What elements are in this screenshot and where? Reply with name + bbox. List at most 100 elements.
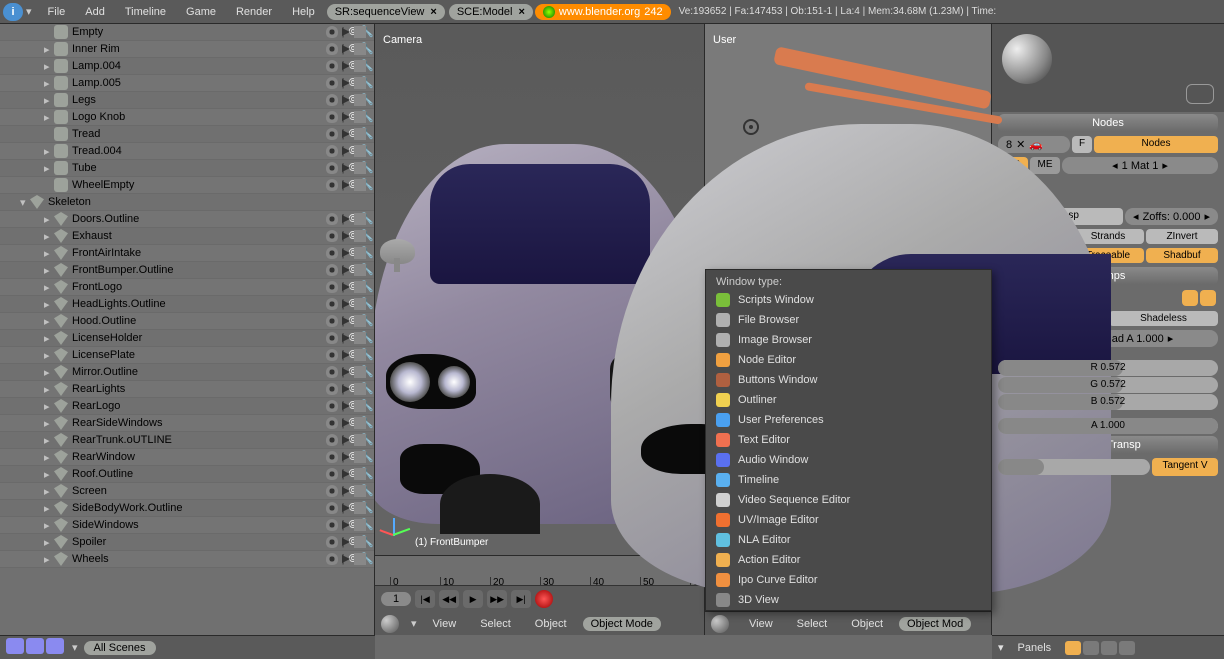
selectable-icon[interactable]: [342, 504, 350, 512]
window-type-item[interactable]: File Browser: [706, 310, 991, 330]
window-type-item[interactable]: Buttons Window: [706, 370, 991, 390]
renderable-icon[interactable]: [354, 451, 366, 463]
expand-icon[interactable]: ▸: [44, 247, 54, 260]
copy-paste-icons[interactable]: [1182, 290, 1216, 306]
outliner-item[interactable]: ▸Exhaust | ⦾ 🔧: [0, 228, 374, 245]
visibility-icon[interactable]: [326, 281, 338, 293]
window-type-item[interactable]: Node Editor: [706, 350, 991, 370]
outliner-item[interactable]: ▸RearLogo | ⦾ 🔧: [0, 398, 374, 415]
expand-icon[interactable]: ▸: [44, 213, 54, 226]
mat-slot[interactable]: ◂1 Mat 1▸: [1062, 157, 1218, 174]
outliner-item[interactable]: Empty | ⦾ 🔧: [0, 24, 374, 41]
outliner-item[interactable]: ▸Tube | ⦾ 🔧: [0, 160, 374, 177]
selectable-icon[interactable]: [342, 521, 350, 529]
expand-icon[interactable]: ▸: [44, 451, 54, 464]
current-frame[interactable]: 1: [381, 592, 411, 606]
expand-icon[interactable]: ▸: [44, 60, 54, 73]
visibility-icon[interactable]: [326, 179, 338, 191]
renderable-icon[interactable]: [354, 94, 366, 106]
expand-icon[interactable]: ▸: [44, 264, 54, 277]
expand-icon[interactable]: ▸: [44, 536, 54, 549]
sce-close-icon[interactable]: ×: [518, 6, 524, 18]
outliner-item[interactable]: ▸LicensePlate | ⦾ 🔧: [0, 347, 374, 364]
window-type-item[interactable]: Scripts Window: [706, 290, 991, 310]
outliner-item[interactable]: ▸Mirror.Outline | ⦾ 🔧: [0, 364, 374, 381]
selectable-icon[interactable]: [342, 96, 350, 104]
outliner-item[interactable]: ▸Inner Rim | ⦾ 🔧: [0, 41, 374, 58]
dropdown-icon[interactable]: ▾: [72, 641, 78, 654]
outliner-item[interactable]: ▸RearWindow | ⦾ 🔧: [0, 449, 374, 466]
expand-icon[interactable]: ▸: [44, 145, 54, 158]
next-key-icon[interactable]: ▶▶: [487, 590, 507, 608]
visibility-icon[interactable]: [326, 434, 338, 446]
expand-icon[interactable]: ▸: [44, 502, 54, 515]
renderable-icon[interactable]: [354, 485, 366, 497]
a-slider[interactable]: A 1.000: [998, 418, 1218, 434]
selectable-icon[interactable]: [342, 215, 350, 223]
info-icon[interactable]: i: [3, 3, 23, 21]
close-icon[interactable]: ✕: [1016, 138, 1025, 151]
expand-icon[interactable]: ▸: [44, 553, 54, 566]
expand-icon[interactable]: ▸: [44, 43, 54, 56]
r-slider[interactable]: R 0.572: [998, 360, 1218, 376]
selectable-icon[interactable]: [342, 300, 350, 308]
expand-icon[interactable]: ▸: [44, 468, 54, 481]
shadbuf-button[interactable]: Shadbuf: [1146, 248, 1218, 263]
object-menu[interactable]: Object: [843, 617, 891, 631]
visibility-icon[interactable]: [326, 77, 338, 89]
shadeless-button[interactable]: Shadeless: [1109, 311, 1218, 326]
renderable-icon[interactable]: [354, 111, 366, 123]
editor-type-icon[interactable]: [381, 615, 399, 633]
outliner-item[interactable]: ▸Roof.Outline | ⦾ 🔧: [0, 466, 374, 483]
dropdown-icon[interactable]: ▾: [411, 617, 417, 630]
renderable-icon[interactable]: [354, 247, 366, 259]
renderable-icon[interactable]: [354, 60, 366, 72]
window-type-item[interactable]: Video Sequence Editor: [706, 490, 991, 510]
expand-icon[interactable]: ▸: [44, 77, 54, 90]
outliner-item[interactable]: ▸Logo Knob | ⦾ 🔧: [0, 109, 374, 126]
mirror-slider[interactable]: [998, 459, 1150, 475]
visibility-icon[interactable]: [326, 264, 338, 276]
mat-index[interactable]: 8 ✕ 🚗: [998, 136, 1070, 153]
renderable-icon[interactable]: [354, 366, 366, 378]
visibility-icon[interactable]: [326, 519, 338, 531]
expand-icon[interactable]: ▸: [44, 519, 54, 532]
visibility-icon[interactable]: [326, 111, 338, 123]
visibility-icon[interactable]: [326, 502, 338, 514]
outliner-item[interactable]: ▸Doors.Outline | ⦾ 🔧: [0, 211, 374, 228]
selectable-icon[interactable]: [342, 45, 350, 53]
renderable-icon[interactable]: [354, 213, 366, 225]
visibility-icon[interactable]: [326, 349, 338, 361]
selectable-icon[interactable]: [342, 164, 350, 172]
expand-icon[interactable]: ▸: [44, 434, 54, 447]
outliner-item[interactable]: ▸HeadLights.Outline | ⦾ 🔧: [0, 296, 374, 313]
renderable-icon[interactable]: [354, 281, 366, 293]
outliner-item[interactable]: ▸LicenseHolder | ⦾ 🔧: [0, 330, 374, 347]
renderable-icon[interactable]: [354, 145, 366, 157]
window-type-item[interactable]: 3D View: [706, 590, 991, 610]
selectable-icon[interactable]: [342, 334, 350, 342]
renderable-icon[interactable]: [354, 468, 366, 480]
selectable-icon[interactable]: [342, 351, 350, 359]
outliner-item[interactable]: ▸RearSideWindows | ⦾ 🔧: [0, 415, 374, 432]
scene-selector[interactable]: SCE:Model ×: [449, 4, 533, 20]
window-type-item[interactable]: NLA Editor: [706, 530, 991, 550]
zoffs-field[interactable]: ◂ Zoffs: 0.000 ▸: [1125, 208, 1218, 225]
selectable-icon[interactable]: [342, 266, 350, 274]
editor-type-icon[interactable]: [711, 615, 729, 633]
preview-type-button[interactable]: [1186, 84, 1214, 104]
expand-icon[interactable]: ▸: [44, 162, 54, 175]
renderable-icon[interactable]: [354, 77, 366, 89]
outliner-group[interactable]: ▾Skeleton: [0, 194, 374, 211]
window-type-item[interactable]: Ipo Curve Editor: [706, 570, 991, 590]
f-button[interactable]: F: [1072, 136, 1092, 153]
expand-icon[interactable]: ▸: [44, 94, 54, 107]
outliner-item[interactable]: ▸FrontAirIntake | ⦾ 🔧: [0, 245, 374, 262]
tangent-button[interactable]: Tangent V: [1152, 458, 1218, 476]
renderable-icon[interactable]: [354, 502, 366, 514]
visibility-icon[interactable]: [326, 43, 338, 55]
scene-filter[interactable]: All Scenes: [84, 641, 156, 655]
outliner-item[interactable]: ▸Wheels | ⦾ 🔧: [0, 551, 374, 568]
selectable-icon[interactable]: [342, 402, 350, 410]
expand-icon[interactable]: ▸: [44, 230, 54, 243]
